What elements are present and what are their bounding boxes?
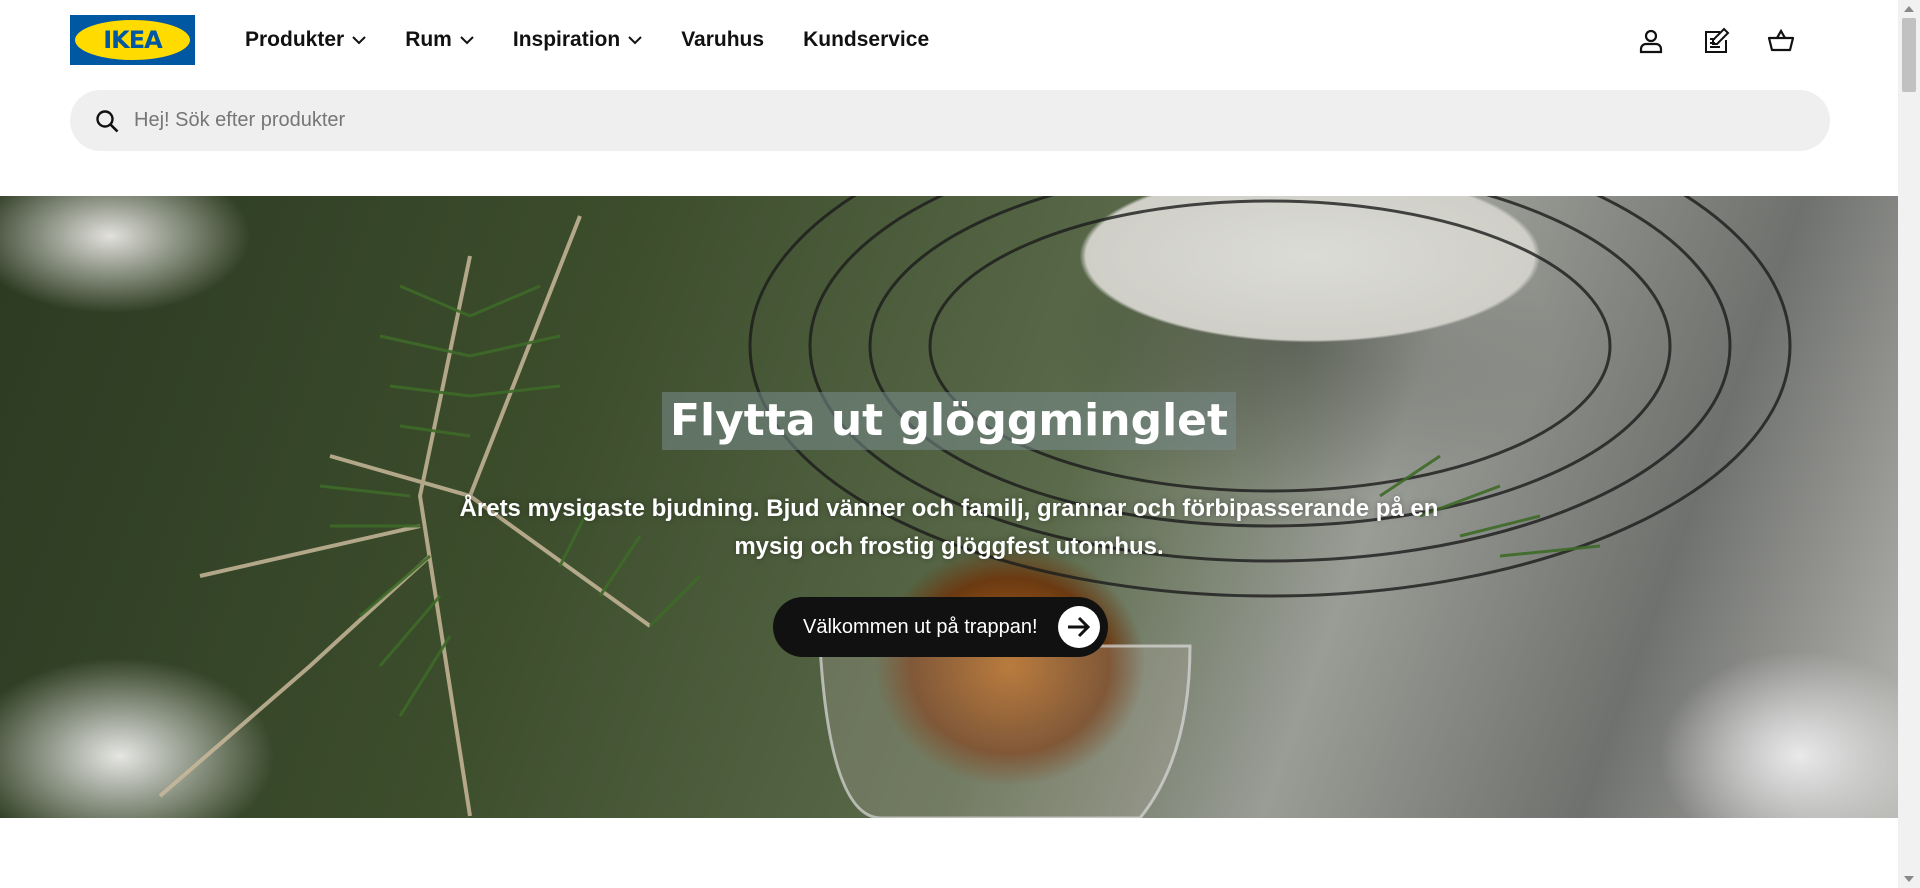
chevron-down-icon <box>460 35 474 45</box>
cta-label: Välkommen ut på trappan! <box>803 615 1038 638</box>
hero-banner[interactable]: Flytta ut glöggminglet Årets mysigaste b… <box>0 196 1898 818</box>
header-actions <box>1603 24 1798 58</box>
logo-oval: IKEA <box>75 20 190 60</box>
scroll-up-arrow-icon[interactable] <box>1898 0 1920 18</box>
nav-item-rum[interactable]: Rum <box>405 24 474 56</box>
nav-item-produkter[interactable]: Produkter <box>245 24 366 56</box>
logo-text: IKEA <box>103 26 162 54</box>
hero-cta-button[interactable]: Välkommen ut på trappan! <box>773 597 1108 657</box>
nav-item-label: Kundservice <box>803 28 930 51</box>
nav-item-inspiration[interactable]: Inspiration <box>513 24 642 56</box>
ikea-logo[interactable]: IKEA <box>70 15 195 65</box>
site-header: IKEA Produkter Rum Inspiration Varuhus K… <box>0 0 1898 80</box>
user-icon[interactable] <box>1634 24 1668 58</box>
scrollbar-thumb[interactable] <box>1902 18 1916 92</box>
nav-item-varuhus[interactable]: Varuhus <box>681 24 764 56</box>
nav-item-label: Varuhus <box>681 28 765 51</box>
hero-subtitle: Årets mysigaste bjudning. Bjud vänner oc… <box>459 495 1439 560</box>
main-nav: Produkter Rum Inspiration Varuhus Kundse… <box>245 24 968 56</box>
arrow-right-icon <box>1057 606 1100 648</box>
scrollbar[interactable] <box>1898 0 1920 888</box>
scroll-down-arrow-icon[interactable] <box>1898 870 1920 888</box>
chevron-down-icon <box>352 35 366 45</box>
search-icon[interactable] <box>92 106 122 136</box>
search-input[interactable] <box>134 100 1784 141</box>
shopping-list-icon[interactable] <box>1699 24 1733 58</box>
nav-item-label: Rum <box>405 28 452 51</box>
hero-title: Flytta ut glöggminglet <box>661 392 1237 450</box>
hero-title-wrap: Flytta ut glöggminglet <box>0 392 1898 450</box>
cart-icon[interactable] <box>1764 24 1798 58</box>
nav-item-label: Inspiration <box>512 28 621 51</box>
chevron-down-icon <box>628 35 642 45</box>
search-bar[interactable] <box>70 90 1830 151</box>
nav-item-kundservice[interactable]: Kundservice <box>803 24 929 56</box>
nav-item-label: Produkter <box>245 28 345 51</box>
